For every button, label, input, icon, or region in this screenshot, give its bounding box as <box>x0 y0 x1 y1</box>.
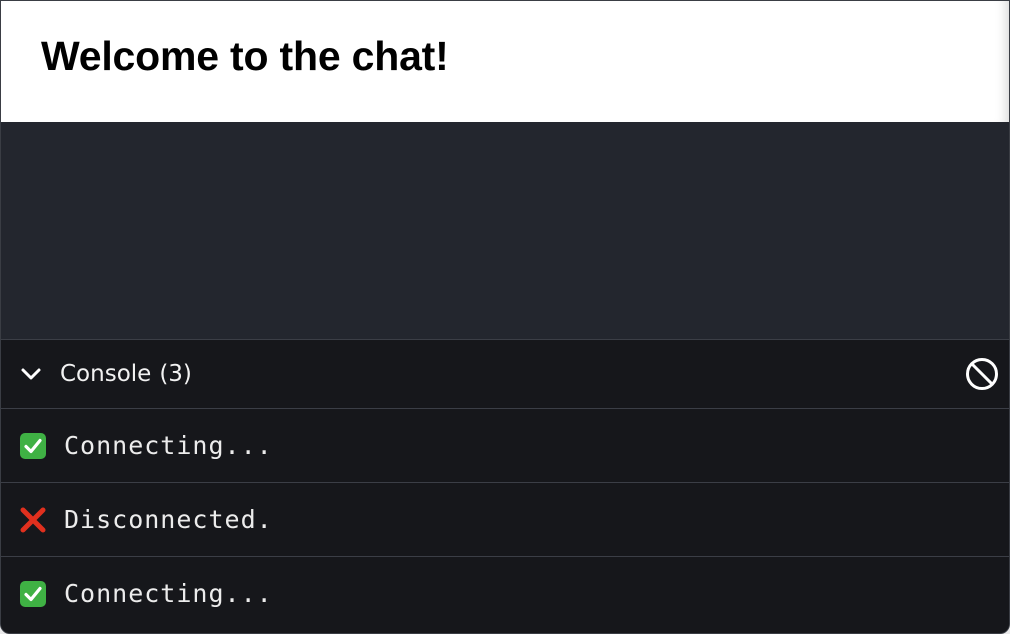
clear-console-icon <box>966 358 998 390</box>
page-heading: Welcome to the chat! <box>41 33 449 79</box>
clear-console-button[interactable] <box>965 357 999 391</box>
sandbox-frame: Welcome to the chat! Console (3) Connect… <box>0 0 1010 634</box>
chevron-down-icon[interactable] <box>18 361 44 387</box>
check-icon <box>19 432 47 460</box>
console-log-text: Disconnected. <box>64 505 273 534</box>
check-icon <box>19 580 47 608</box>
console-title: Console (3) <box>60 361 192 387</box>
console-log-row: Disconnected. <box>1 483 1009 557</box>
preview-empty-area <box>1 122 1009 339</box>
preview-pane: Welcome to the chat! <box>1 1 1009 122</box>
console-panel: Console (3) Connecting... Disconnected. … <box>1 339 1009 633</box>
console-log-text: Connecting... <box>64 579 273 608</box>
console-title-label: Console <box>60 361 152 387</box>
console-log-row: Connecting... <box>1 557 1009 630</box>
console-log-text: Connecting... <box>64 431 273 460</box>
cross-icon <box>19 506 47 534</box>
console-log-row: Connecting... <box>1 409 1009 483</box>
console-header[interactable]: Console (3) <box>1 340 1009 409</box>
console-count: (3) <box>159 361 192 387</box>
